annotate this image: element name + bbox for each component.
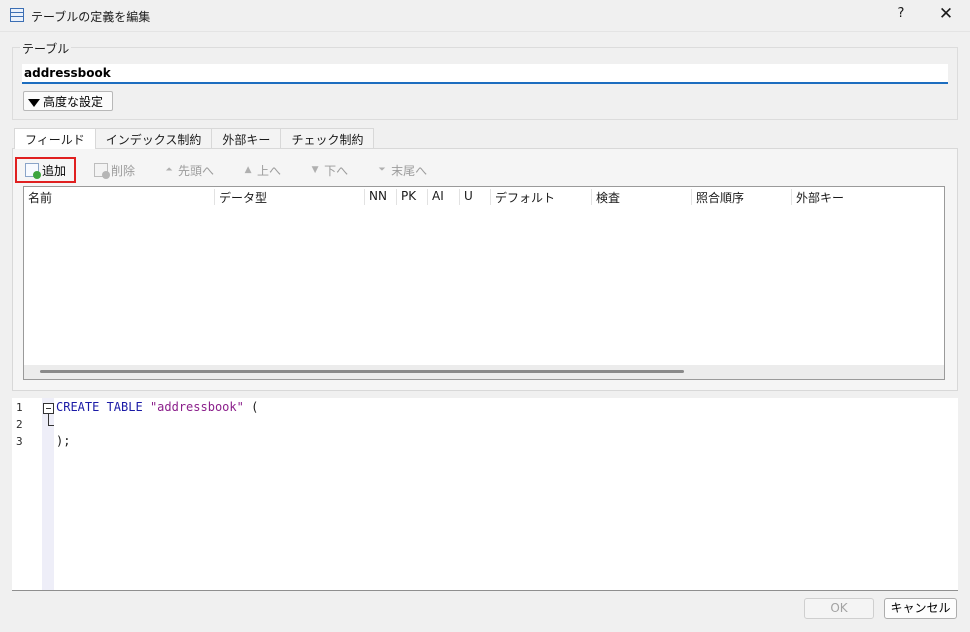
move-top-icon: ⏶ <box>165 165 173 175</box>
code-line-3: ); <box>56 434 71 448</box>
column-header-name[interactable]: 名前 <box>24 189 215 205</box>
delete-field-label: 削除 <box>111 163 136 178</box>
add-field-button[interactable]: 追加 <box>15 157 77 183</box>
move-last-button[interactable]: ⏷ 末尾へ <box>366 157 437 183</box>
column-header-u[interactable]: U <box>460 189 491 205</box>
grid-header: 名前 データ型 NN PK AI U デフォルト 検査 照合順序 外部キー <box>24 187 944 207</box>
help-button[interactable]: ? <box>893 6 909 21</box>
sql-editor[interactable] <box>12 398 958 590</box>
advanced-settings-label: 高度な設定 <box>43 94 104 109</box>
fields-toolbar: 追加 削除 ⏶ 先頭へ ▲ 上へ ▼ 下へ ⏷ 末尾へ <box>15 156 445 184</box>
code-line-1: CREATE TABLE "addressbook" ( <box>56 400 258 414</box>
collapse-icon[interactable] <box>43 403 54 414</box>
ok-button[interactable]: OK <box>804 598 874 619</box>
tab-indexes[interactable]: インデックス制約 <box>94 128 213 148</box>
move-bottom-icon: ⏷ <box>378 165 386 175</box>
column-header-type[interactable]: データ型 <box>215 189 365 205</box>
fold-end <box>48 425 54 426</box>
sql-table-name: "addressbook" <box>149 400 244 414</box>
delete-field-button[interactable]: 削除 <box>84 157 145 183</box>
add-field-label: 追加 <box>42 163 67 178</box>
tab-check-constraints[interactable]: チェック制約 <box>280 128 375 148</box>
move-up-button[interactable]: ▲ 上へ <box>232 157 291 183</box>
close-button[interactable]: ✕ <box>936 4 956 24</box>
table-icon <box>10 8 24 22</box>
horizontal-scrollbar[interactable] <box>24 365 944 379</box>
move-down-button[interactable]: ▼ 下へ <box>299 157 358 183</box>
tab-fields[interactable]: フィールド <box>14 128 96 149</box>
triangle-down-icon <box>28 98 40 107</box>
move-last-label: 末尾へ <box>391 163 428 178</box>
line-number: 3 <box>16 435 23 448</box>
scrollbar-thumb[interactable] <box>40 370 684 373</box>
window-title: テーブルの定義を編集 <box>31 10 151 24</box>
move-first-label: 先頭へ <box>178 163 215 178</box>
table-name-input[interactable] <box>22 64 948 84</box>
line-number: 1 <box>16 401 23 414</box>
title-bar: テーブルの定義を編集 ? ✕ <box>0 0 970 32</box>
cancel-button[interactable]: キャンセル <box>884 598 957 619</box>
line-number: 2 <box>16 418 23 431</box>
add-document-icon <box>25 163 41 179</box>
sql-paren: ( <box>243 400 259 414</box>
column-header-ai[interactable]: AI <box>428 189 460 205</box>
column-header-check[interactable]: 検査 <box>592 189 692 205</box>
table-group-label: テーブル <box>20 40 72 57</box>
fold-margin <box>42 398 54 590</box>
advanced-settings-button[interactable]: 高度な設定 <box>23 91 113 111</box>
arrow-up-icon: ▲ <box>244 165 252 175</box>
move-down-label: 下へ <box>324 163 349 178</box>
column-header-default[interactable]: デフォルト <box>491 189 592 205</box>
move-first-button[interactable]: ⏶ 先頭へ <box>153 157 224 183</box>
footer-divider <box>12 590 958 591</box>
column-header-collation[interactable]: 照合順序 <box>692 189 792 205</box>
tab-bar: フィールド インデックス制約 外部キー チェック制約 <box>14 128 375 149</box>
fields-grid[interactable]: 名前 データ型 NN PK AI U デフォルト 検査 照合順序 外部キー <box>23 186 945 380</box>
tab-foreign-keys[interactable]: 外部キー <box>211 128 282 148</box>
delete-document-icon <box>94 163 111 179</box>
column-header-foreign-key[interactable]: 外部キー <box>792 189 944 205</box>
arrow-down-icon: ▼ <box>311 165 319 175</box>
column-header-nn[interactable]: NN <box>365 189 397 205</box>
sql-keyword: CREATE TABLE <box>56 400 143 414</box>
column-header-pk[interactable]: PK <box>397 189 428 205</box>
move-up-label: 上へ <box>257 163 282 178</box>
